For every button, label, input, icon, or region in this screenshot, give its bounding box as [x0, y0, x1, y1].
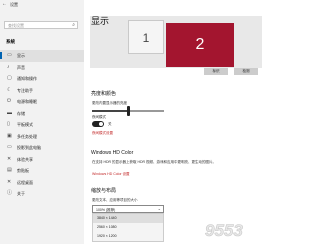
- night-light-label: 夜间模式: [92, 115, 106, 119]
- monitor-1[interactable]: 1: [128, 20, 164, 54]
- brightness-slider[interactable]: [92, 106, 164, 116]
- sidebar-item-label: 显示: [17, 53, 25, 58]
- night-light-toggle[interactable]: [92, 121, 104, 127]
- focus-assist-icon: ☾: [7, 86, 12, 93]
- svg-text:9553: 9553: [205, 221, 243, 240]
- tablet-mode-icon: ▯: [7, 121, 10, 127]
- system-section-label: 系统: [6, 39, 15, 44]
- scale-selected-value: 100% (推荐): [96, 207, 116, 212]
- sidebar-item-label: 多任务处理: [17, 133, 37, 139]
- display-arrangement-area: 1 2: [90, 16, 262, 68]
- sidebar: ← 设置 查找设置 ⌕ 系统 ▭ 显示 ♪ 声音 ▢ 通知和操作 ☾ 专注助手 …: [0, 0, 84, 244]
- sidebar-item-label: 专注助手: [17, 87, 33, 93]
- sidebar-item-notifications[interactable]: ▢ 通知和操作: [0, 73, 84, 85]
- shared-experiences-icon: ✕: [7, 155, 12, 162]
- page-title: 显示: [91, 16, 110, 26]
- monitor-2[interactable]: 2: [166, 23, 234, 67]
- night-light-settings-link[interactable]: 夜间模式设置: [92, 131, 113, 136]
- back-arrow-icon[interactable]: ←: [2, 1, 7, 7]
- sidebar-item-label: 远程桌面: [17, 179, 33, 185]
- scale-dropdown[interactable]: 100% (推荐) ⌄: [92, 205, 164, 213]
- sidebar-item-label: 电源和睡眠: [17, 99, 37, 104]
- sound-icon: ♪: [7, 63, 10, 70]
- sidebar-item-storage[interactable]: ▬ 存储: [0, 108, 84, 120]
- hdr-settings-link[interactable]: Windows HD Color 设置: [92, 172, 130, 177]
- search-placeholder: 查找设置: [8, 23, 24, 28]
- sidebar-item-label: 通知和操作: [17, 76, 37, 81]
- sidebar-item-label: 关于: [17, 191, 25, 196]
- notifications-icon: ▢: [7, 75, 12, 81]
- scale-label: 更改文本、应用等项目的大小: [92, 198, 138, 202]
- brightness-slider-fill: [92, 110, 128, 112]
- sidebar-item-label: 投影到此电脑: [17, 145, 41, 150]
- detect-button[interactable]: 检测: [234, 68, 258, 75]
- power-icon: ⏻: [7, 98, 11, 104]
- sidebar-item-multitasking[interactable]: ▣ 多任务处理: [0, 131, 84, 143]
- resolution-dropdown-list: 3840 × 1440 2560 × 1080 1920 × 1200: [92, 213, 164, 242]
- sidebar-item-display[interactable]: ▭ 显示: [0, 50, 84, 62]
- storage-icon: ▬: [7, 109, 12, 116]
- dropdown-option[interactable]: 3840 × 1440: [93, 214, 163, 223]
- search-icon: ⌕: [72, 22, 75, 28]
- display-icon: ▭: [7, 52, 12, 58]
- about-icon: ⓘ: [7, 190, 13, 196]
- sidebar-item-label: 存储: [17, 110, 25, 116]
- clipboard-icon: ▤: [7, 167, 12, 173]
- dropdown-option[interactable]: 1920 × 1200: [93, 232, 163, 241]
- sidebar-item-about[interactable]: ⓘ 关于: [0, 188, 84, 200]
- sidebar-item-label: 体验共享: [17, 156, 33, 162]
- sidebar-item-clipboard[interactable]: ▤ 剪贴板: [0, 165, 84, 177]
- hdr-description: 在支持 HDR 的显示器上获取 HDR 视频、游戏和应用中更明亮、更生动的图片。: [92, 160, 217, 164]
- sidebar-item-tablet-mode[interactable]: ▯ 平板模式: [0, 119, 84, 131]
- search-input[interactable]: 查找设置 ⌕: [4, 21, 78, 29]
- window-title: 设置: [10, 2, 18, 7]
- main-content: 1 2 显示 标识 检测 亮度和颜色 更改内置显示器的亮度 夜间模式 关 夜间模…: [84, 0, 267, 244]
- sidebar-item-sound[interactable]: ♪ 声音: [0, 62, 84, 74]
- dropdown-option[interactable]: 2560 × 1080: [93, 223, 163, 232]
- sidebar-item-power[interactable]: ⏻ 电源和睡眠: [0, 96, 84, 108]
- projecting-icon: ▭: [7, 144, 12, 150]
- chevron-down-icon: ⌄: [157, 206, 161, 211]
- brightness-slider-label: 更改内置显示器的亮度: [92, 101, 127, 105]
- sidebar-item-label: 平板模式: [17, 122, 33, 127]
- brightness-section-title: 亮度和颜色: [91, 91, 117, 97]
- sidebar-item-shared-experiences[interactable]: ✕ 体验共享: [0, 154, 84, 166]
- sidebar-item-focus-assist[interactable]: ☾ 专注助手: [0, 85, 84, 97]
- sidebar-item-label: 声音: [17, 64, 25, 70]
- hdr-section-title: Windows HD Color: [91, 150, 134, 156]
- multitasking-icon: ▣: [7, 132, 12, 139]
- site-watermark-logo: 9553: [205, 221, 244, 241]
- remote-desktop-icon: ✕: [7, 178, 12, 185]
- sidebar-item-projecting[interactable]: ▭ 投影到此电脑: [0, 142, 84, 154]
- brightness-slider-thumb[interactable]: [126, 106, 130, 116]
- scale-section-title: 缩放与布局: [91, 188, 117, 194]
- identify-button[interactable]: 标识: [204, 68, 228, 75]
- night-light-state: 关: [108, 122, 112, 126]
- sidebar-item-label: 剪贴板: [17, 168, 29, 173]
- sidebar-nav: ▭ 显示 ♪ 声音 ▢ 通知和操作 ☾ 专注助手 ⏻ 电源和睡眠 ▬ 存储 ▯ …: [0, 50, 84, 200]
- sidebar-item-remote-desktop[interactable]: ✕ 远程桌面: [0, 177, 84, 189]
